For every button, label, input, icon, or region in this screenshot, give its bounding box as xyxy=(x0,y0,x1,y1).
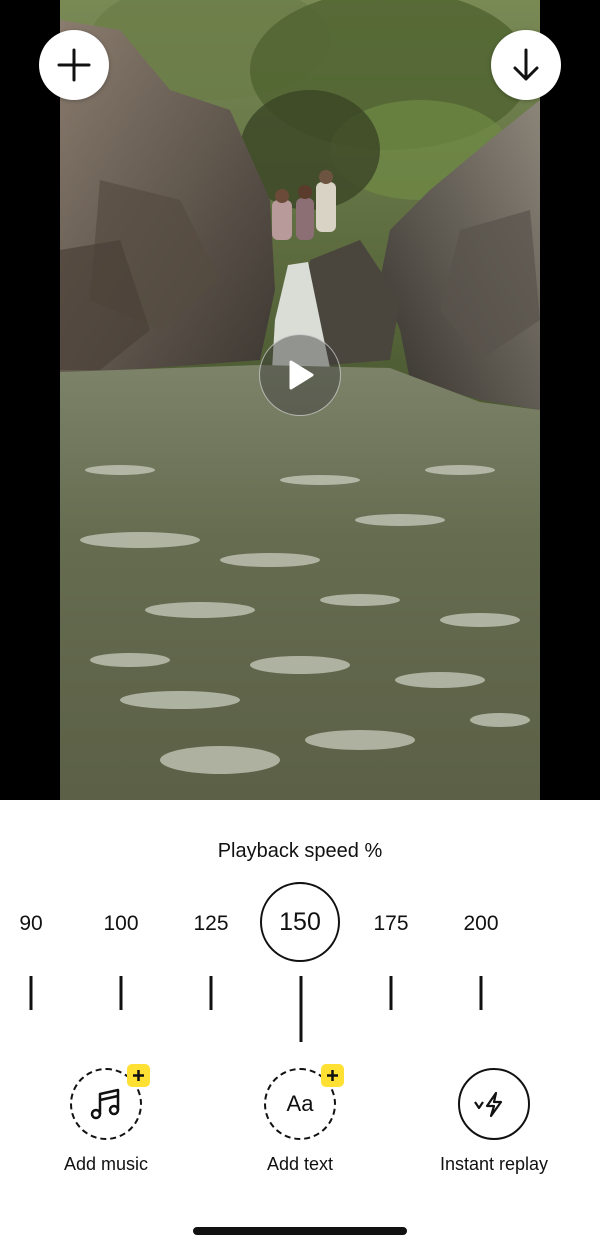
speed-option-175[interactable]: 175 xyxy=(356,912,426,936)
premium-plus-badge xyxy=(321,1064,344,1087)
plus-icon xyxy=(327,1070,338,1081)
add-text-label: Add text xyxy=(266,1154,334,1174)
video-preview[interactable] xyxy=(0,0,600,800)
play-icon xyxy=(289,360,314,390)
speed-tick xyxy=(119,976,123,1010)
speed-option-90[interactable]: 90 xyxy=(0,912,66,936)
instant-replay-button[interactable]: Instant replay xyxy=(409,1068,579,1175)
home-indicator xyxy=(193,1227,407,1235)
play-button[interactable] xyxy=(259,334,341,416)
add-clip-button[interactable] xyxy=(39,30,109,100)
playback-speed-title: Playback speed % xyxy=(217,840,383,862)
speed-tick xyxy=(479,976,483,1010)
music-note-icon xyxy=(90,1088,120,1120)
plus-icon xyxy=(133,1070,144,1081)
speed-option-125[interactable]: 125 xyxy=(176,912,246,936)
speed-tick xyxy=(29,976,33,1010)
replay-bolt-icon xyxy=(474,1091,503,1118)
speed-option-selected[interactable]: 150 xyxy=(260,882,340,962)
arrow-down-icon xyxy=(513,48,539,81)
speed-option-200[interactable]: 200 xyxy=(446,912,516,936)
add-music-button[interactable]: Add music xyxy=(21,1064,191,1175)
speed-tick xyxy=(389,976,393,1010)
editor-controls: Playback speed % 90 100 125 150 175 200 … xyxy=(0,800,600,1247)
add-music-label: Add music xyxy=(63,1154,149,1174)
instant-replay-circle[interactable] xyxy=(458,1068,530,1140)
instant-replay-label: Instant replay xyxy=(439,1154,549,1174)
download-button[interactable] xyxy=(491,30,561,100)
speed-tick xyxy=(209,976,213,1010)
add-text-circle[interactable]: Aa xyxy=(264,1064,344,1140)
premium-plus-badge xyxy=(127,1064,150,1087)
add-music-circle[interactable] xyxy=(70,1064,150,1140)
text-aa-icon: Aa xyxy=(286,1091,314,1116)
speed-tick-selected xyxy=(299,976,303,1042)
plus-icon xyxy=(57,48,91,82)
speed-option-100[interactable]: 100 xyxy=(86,912,156,936)
add-text-button[interactable]: Aa Add text xyxy=(215,1064,385,1175)
